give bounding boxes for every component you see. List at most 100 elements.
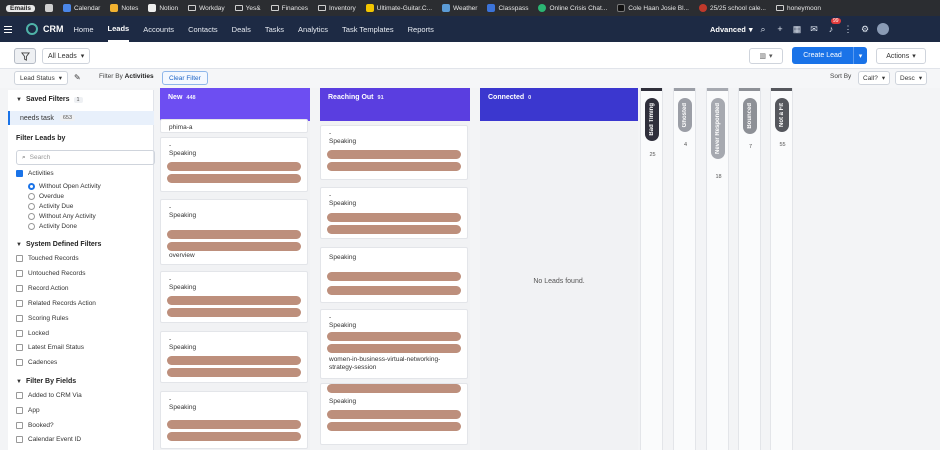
lead-card[interactable]: phima-a (160, 119, 308, 133)
lead-card[interactable]: Speaking (320, 383, 468, 445)
bell-icon[interactable]: ♪ 99 (826, 18, 841, 34)
bookmark-finances[interactable]: Finances (270, 5, 308, 12)
collapsed-column-bad-timing[interactable]: Bad Timing 25 (640, 88, 663, 450)
column-header-reaching-out[interactable]: Reaching Out 91 (320, 88, 470, 121)
lead-card[interactable]: - Speaking (320, 187, 468, 239)
lead-card[interactable]: - Speaking (160, 137, 308, 192)
bookmark-inventory[interactable]: Inventory (318, 5, 356, 12)
filter-toggle-button[interactable] (14, 48, 36, 64)
avatar[interactable] (877, 23, 889, 35)
checkbox-icon (16, 330, 23, 337)
search-icon[interactable]: ⌕ (758, 24, 768, 34)
collapsed-column-not-a-fit[interactable]: Not a Fit 55 (770, 88, 793, 450)
bookmark-emails[interactable]: Emails (6, 4, 35, 12)
create-lead-button[interactable]: Create Lead ▾ (792, 47, 867, 64)
filter-search-input[interactable]: ⌕ Search (16, 150, 155, 165)
bookmark-honeymoon[interactable]: honeymoon (775, 5, 821, 12)
lead-card[interactable]: - Speaking overview (160, 199, 308, 265)
classpass-icon (487, 4, 496, 12)
filter-scoring-rules[interactable]: Scoring Rules (16, 315, 68, 322)
sort-field-select[interactable]: Call? ▾ (858, 71, 891, 85)
bookmark-workday[interactable]: Workday (188, 5, 225, 12)
system-filters-header[interactable]: ▼ System Defined Filters (16, 241, 101, 248)
saved-filters-header[interactable]: ▼ Saved Filters 1 (16, 96, 83, 103)
advanced-dropdown[interactable]: Advanced ▾ (710, 16, 753, 42)
bookmark-classpass[interactable]: Classpass (487, 4, 528, 12)
sort-order-select[interactable]: Desc ▾ (895, 71, 928, 85)
collapsed-column-bounced[interactable]: Bounced 7 (738, 88, 761, 450)
collapsed-column-ghosted[interactable]: Ghosted 4 (673, 88, 696, 450)
filter-touched-records[interactable]: Touched Records (16, 255, 79, 262)
lead-card[interactable]: - Speaking (320, 125, 468, 180)
nav-accounts[interactable]: Accounts (143, 16, 174, 42)
lead-card-text: Speaking (169, 150, 197, 157)
collapsed-column-never-responded[interactable]: Never Responded 18 (706, 88, 729, 450)
bookmark-weather[interactable]: Weather (442, 4, 477, 12)
redacted-block (327, 332, 461, 341)
plus-icon[interactable]: + (775, 24, 785, 34)
bookmark-school-calendar[interactable]: 25/25 school cale... (698, 4, 766, 12)
filter-record-action[interactable]: Record Action (16, 285, 68, 292)
apps-icon[interactable]: ⋮ (843, 24, 853, 34)
activity-option-due[interactable]: Activity Due (28, 203, 73, 210)
mail-icon[interactable]: ✉ (809, 24, 819, 34)
bookmark-cole-haan[interactable]: Cole Haan Josie Bl... (617, 4, 689, 12)
nav-deals[interactable]: Deals (232, 16, 251, 42)
bookmark-crisis-chat[interactable]: Online Crisis Chat... (538, 4, 607, 12)
column-count: 448 (186, 95, 196, 101)
activity-option-without-any[interactable]: Without Any Activity (28, 213, 96, 220)
column-header-new[interactable]: New 448 (160, 88, 310, 121)
radio-label: Activity Done (39, 223, 77, 230)
activity-option-without-open[interactable]: Without Open Activity (28, 183, 101, 190)
nav-analytics[interactable]: Analytics (298, 16, 328, 42)
chevron-down-icon[interactable]: ▾ (853, 47, 867, 64)
bookmark-notion[interactable]: Notion (148, 4, 178, 12)
gear-icon[interactable]: ⚙ (860, 24, 870, 34)
chevron-down-icon: ▾ (80, 53, 85, 60)
radio-icon (28, 213, 35, 220)
pencil-icon[interactable]: ✎ (74, 73, 81, 82)
redacted-block (167, 308, 301, 317)
actions-button[interactable]: Actions ▾ (876, 48, 926, 64)
lead-card[interactable]: - Speaking women-in-business-virtual-net… (320, 309, 468, 379)
filter-added-via[interactable]: Added to CRM Via (16, 392, 82, 399)
filter-related-records-action[interactable]: Related Records Action (16, 300, 96, 307)
clear-filter-button[interactable]: Clear Filter (162, 71, 208, 85)
lead-card[interactable]: - Speaking (160, 271, 308, 323)
bookmark-yes-and[interactable]: Yes& (234, 5, 261, 12)
bookmark-apps[interactable] (44, 4, 53, 12)
nav-leads[interactable]: Leads (107, 16, 130, 42)
filter-booked[interactable]: Booked? (16, 422, 54, 429)
column-header-connected[interactable]: Connected 0 (480, 88, 638, 121)
lead-card[interactable]: - Speaking (160, 331, 308, 383)
bookmark-notes[interactable]: Notes (110, 4, 138, 12)
filter-app[interactable]: App (16, 407, 40, 414)
view-select[interactable]: All Leads ▾ (42, 48, 91, 64)
filter-calendar-event-id[interactable]: Calendar Event ID (16, 436, 81, 443)
filter-latest-email-status[interactable]: Latest Email Status (16, 344, 84, 351)
activities-checkbox[interactable]: Activities (16, 170, 54, 177)
view-mode-toggle[interactable]: ▥ ▾ (749, 48, 783, 64)
filter-untouched-records[interactable]: Untouched Records (16, 270, 85, 277)
calendar-icon[interactable]: ▦ (792, 24, 802, 34)
activity-option-overdue[interactable]: Overdue (28, 193, 64, 200)
field-filters-header[interactable]: ▼ Filter By Fields (16, 378, 76, 385)
saved-filter-item[interactable]: needs task 653 (8, 111, 154, 125)
filter-by-value: Activities (124, 73, 154, 80)
nav-home[interactable]: Home (74, 16, 94, 42)
nav-task-templates[interactable]: Task Templates (342, 16, 394, 42)
bookmark-calendar[interactable]: Calendar (62, 4, 100, 12)
kanban-board: New 448 phima-a - Speaking - Speaking ov… (160, 88, 940, 450)
lead-card[interactable]: Speaking (320, 247, 468, 303)
bookmark-ultimate-guitar[interactable]: Ultimate-Guitar.C... (365, 4, 432, 12)
filter-cadences[interactable]: Cadences (16, 359, 57, 366)
activity-option-done[interactable]: Activity Done (28, 223, 77, 230)
lead-status-select[interactable]: Lead Status ▾ (14, 71, 68, 85)
filter-locked[interactable]: Locked (16, 330, 49, 337)
nav-reports[interactable]: Reports (408, 16, 434, 42)
redacted-block (327, 344, 461, 353)
nav-contacts[interactable]: Contacts (188, 16, 218, 42)
nav-tasks[interactable]: Tasks (265, 16, 284, 42)
hamburger-menu-icon[interactable] (4, 25, 22, 33)
lead-card[interactable]: - Speaking (160, 391, 308, 449)
